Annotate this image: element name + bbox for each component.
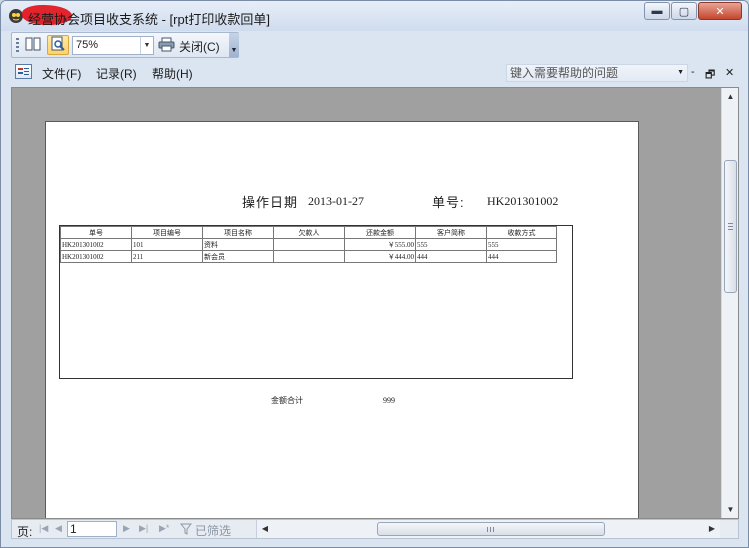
app-logo-icon: [8, 5, 72, 25]
vertical-scrollbar[interactable]: ▲ ▼: [721, 88, 738, 518]
scroll-right-icon[interactable]: ▶: [704, 520, 720, 538]
vertical-scroll-thumb[interactable]: [724, 160, 737, 293]
menu-help[interactable]: 帮助(H): [152, 65, 193, 82]
menu-bar: 文件(F) 记录(R) 帮助(H) 键入需要帮助的问题 ▼ - 🗗 ✕: [1, 61, 748, 85]
print-preview-toolbar: 75% ▼ 关闭(C) ▼: [11, 32, 239, 58]
next-page-icon[interactable]: ▶: [123, 523, 130, 534]
total-value: 999: [383, 396, 395, 405]
table-cell: ￥444.00: [344, 250, 416, 263]
doc-no-value: HK201301002: [487, 194, 559, 208]
filter-toggle[interactable]: 已筛选: [179, 522, 232, 539]
table-cell: 资料: [202, 238, 274, 251]
printer-icon[interactable]: [158, 37, 175, 55]
total-label: 金额合计: [271, 396, 303, 405]
column-header: 还款金额: [344, 226, 416, 239]
app-window: 经营协会项目收支系统 - [rpt打印收款回单] ▬ ▢ ✕ 75% ▼ 关闭(…: [0, 0, 749, 548]
filter-icon: [179, 523, 193, 538]
previous-page-icon[interactable]: ◀: [55, 523, 62, 534]
maximize-button[interactable]: ▢: [671, 2, 697, 20]
menu-file[interactable]: 文件(F): [42, 65, 81, 82]
page-number-input[interactable]: 1: [67, 521, 117, 537]
table-cell: 211: [131, 250, 203, 263]
table-cell: HK201301002: [60, 250, 132, 263]
scroll-up-icon[interactable]: ▲: [722, 88, 738, 105]
op-date-value: 2013-01-27: [308, 194, 364, 208]
table-cell: 555: [415, 238, 487, 251]
help-question-placeholder: 键入需要帮助的问题: [510, 66, 619, 80]
column-header: 客户简称: [415, 226, 487, 239]
detail-section: 单号 项目编号 项目名称 欠款人 还款金额 客户简称 收款方式 HK201301…: [59, 225, 573, 379]
table-cell: 444: [415, 250, 487, 263]
last-page-icon[interactable]: ▶|: [139, 523, 148, 534]
single-page-icon: [25, 37, 43, 54]
doc-no-label: 单号:: [432, 195, 465, 210]
horizontal-scroll-thumb[interactable]: [377, 522, 605, 536]
table-cell: [273, 250, 345, 263]
column-header: 项目编号: [131, 226, 203, 239]
column-header: 单号: [60, 226, 132, 239]
single-page-button[interactable]: [24, 35, 44, 55]
table-cell: ￥555.00: [344, 238, 416, 251]
new-record-icon[interactable]: ▶*: [159, 523, 169, 534]
report-page: 操作日期 2013-01-27 单号: HK201301002 单号 项目编号 …: [45, 121, 639, 518]
zoom-button[interactable]: [47, 35, 69, 55]
table-cell: [273, 238, 345, 251]
table-cell: 444: [486, 250, 557, 263]
table-header-row: 单号 项目编号 项目名称 欠款人 还款金额 客户简称 收款方式: [60, 226, 557, 239]
table-row: HK201301002 211 新会员 ￥444.00 444 444: [60, 250, 557, 263]
zoom-icon: [50, 36, 66, 55]
table-cell: 新会员: [202, 250, 274, 263]
close-preview-label: 关闭(C): [179, 39, 220, 54]
window-controls: ▬ ▢ ✕: [644, 2, 742, 20]
close-window-button[interactable]: ✕: [698, 2, 742, 20]
mdi-close-button[interactable]: ✕: [725, 66, 734, 79]
minimize-button[interactable]: ▬: [644, 2, 670, 20]
chevron-down-icon[interactable]: ▼: [140, 37, 153, 54]
column-header: 项目名称: [202, 226, 274, 239]
table-cell: 555: [486, 238, 557, 251]
record-navigation-bar: 页: |◀ ◀ 1 ▶ ▶| ▶* 已筛选 ◀ ▶: [11, 519, 739, 539]
zoom-select[interactable]: 75% ▼: [72, 36, 154, 55]
column-header: 收款方式: [486, 226, 557, 239]
zoom-value: 75%: [76, 39, 99, 51]
scroll-down-icon[interactable]: ▼: [722, 501, 738, 518]
preview-area: 操作日期 2013-01-27 单号: HK201301002 单号 项目编号 …: [11, 87, 739, 519]
page-label: 页:: [17, 525, 33, 539]
table-cell: HK201301002: [60, 238, 132, 251]
title-bar: 经营协会项目收支系统 - [rpt打印收款回单] ▬ ▢ ✕: [1, 1, 748, 31]
mdi-restore-button[interactable]: 🗗: [705, 66, 715, 85]
chevron-down-icon[interactable]: ▼: [677, 65, 684, 81]
form-icon[interactable]: [15, 64, 32, 79]
help-question-input[interactable]: 键入需要帮助的问题 ▼: [506, 64, 688, 82]
toolbar-overflow-button[interactable]: ▼: [229, 33, 239, 57]
menu-record[interactable]: 记录(R): [96, 65, 137, 82]
window-title: 经营协会项目收支系统 - [rpt打印收款回单]: [28, 12, 270, 27]
toolbar-grip[interactable]: [16, 38, 19, 52]
horizontal-scrollbar[interactable]: ◀ ▶: [256, 520, 720, 538]
mdi-minimize-button[interactable]: -: [691, 66, 695, 78]
detail-table: 单号 项目编号 项目名称 欠款人 还款金额 客户简称 收款方式 HK201301…: [60, 226, 557, 263]
table-cell: 101: [131, 238, 203, 251]
first-page-icon[interactable]: |◀: [39, 523, 48, 534]
filter-label: 已筛选: [195, 524, 232, 538]
op-date-label: 操作日期: [242, 195, 299, 210]
scroll-left-icon[interactable]: ◀: [257, 520, 273, 538]
column-header: 欠款人: [273, 226, 345, 239]
table-row: HK201301002 101 资料 ￥555.00 555 555: [60, 238, 557, 251]
close-preview-button[interactable]: 关闭(C): [158, 36, 220, 56]
